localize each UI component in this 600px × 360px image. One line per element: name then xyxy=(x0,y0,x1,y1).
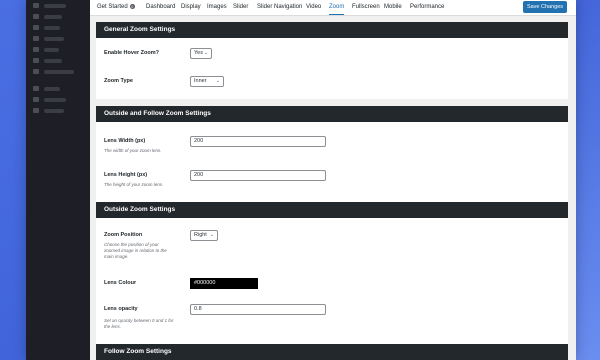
admin-sidebar xyxy=(26,0,90,360)
sidebar-item-placeholder xyxy=(44,37,64,41)
field-label: Lens Width (px) xyxy=(104,138,146,144)
chevron-down-icon: ⌄ xyxy=(209,232,214,238)
tab-slider-navigation[interactable]: Slider Navigation xyxy=(257,4,302,10)
follow-zoom-section: Follow Zoom Settings xyxy=(96,344,568,360)
tab-get-started[interactable]: Get Started 0 xyxy=(97,4,135,10)
menu-icon xyxy=(33,47,39,52)
count-badge: 0 xyxy=(129,4,135,9)
chevron-down-icon: ⌄ xyxy=(203,50,208,56)
field-label: Lens opacity xyxy=(104,306,138,312)
sidebar-item-placeholder xyxy=(44,98,66,102)
menu-icon xyxy=(33,86,39,91)
section-title: General Zoom Settings xyxy=(96,22,568,38)
sidebar-item-placeholder xyxy=(44,4,66,8)
tab-display[interactable]: Display xyxy=(181,4,201,10)
section-title: Outside Zoom Settings xyxy=(96,202,568,218)
active-tab-indicator xyxy=(329,14,345,15)
tab-zoom[interactable]: Zoom xyxy=(329,4,345,15)
menu-icon xyxy=(33,3,39,8)
section-body: Enable Hover Zoom? Yes ⌄ Zoom Type Inner ⌄ xyxy=(96,38,568,99)
field-description: Choose the position of your zoomed image… xyxy=(104,242,167,259)
menu-icon xyxy=(33,97,39,102)
field-description: The width of your zoom lens. xyxy=(104,148,162,153)
outside-follow-section: Outside and Follow Zoom Settings Lens Wi… xyxy=(96,106,568,202)
tab-fullscreen[interactable]: Fullscreen xyxy=(352,4,380,10)
general-zoom-section: General Zoom Settings Enable Hover Zoom?… xyxy=(96,22,568,99)
tab-video[interactable]: Video xyxy=(306,4,321,10)
zoom-position-select[interactable]: Right ⌄ xyxy=(190,230,218,241)
tab-images[interactable]: Images xyxy=(207,4,227,10)
menu-icon xyxy=(33,25,39,30)
field-description: The height of your zoom lens. xyxy=(104,182,164,187)
tab-label: Zoom xyxy=(329,4,345,10)
tab-mobile[interactable]: Mobile xyxy=(384,4,402,10)
lens-colour-picker[interactable]: #000000 xyxy=(190,278,258,289)
section-title: Outside and Follow Zoom Settings xyxy=(96,106,568,122)
zoom-type-select[interactable]: Inner ⌄ xyxy=(190,76,224,87)
sidebar-item-placeholder xyxy=(44,70,74,74)
sidebar-item-placeholder xyxy=(44,59,62,63)
field-label: Lens Colour xyxy=(104,280,137,286)
menu-icon xyxy=(33,108,39,113)
selected-value: Yes xyxy=(194,50,203,56)
field-label: Lens Height (px) xyxy=(104,172,148,178)
field-label: Zoom Position xyxy=(104,232,143,238)
field-description: Set an opacity between 0 and 1 for the l… xyxy=(104,318,174,329)
hover-zoom-select[interactable]: Yes ⌄ xyxy=(190,48,212,59)
section-title: Follow Zoom Settings xyxy=(96,344,568,360)
menu-icon xyxy=(33,69,39,74)
tab-dashboard[interactable]: Dashboard xyxy=(146,4,175,10)
lens-opacity-input[interactable]: 0.8 xyxy=(190,304,326,315)
sidebar-item-placeholder xyxy=(44,87,60,91)
lens-height-input[interactable]: 200 xyxy=(190,170,326,181)
selected-value: Right xyxy=(194,232,207,238)
sidebar-item-placeholder xyxy=(44,15,62,19)
outside-zoom-section: Outside Zoom Settings Zoom Position Choo… xyxy=(96,202,568,354)
app-window: Get Started 0 Dashboard Display Images Sl… xyxy=(26,0,576,360)
chevron-down-icon: ⌄ xyxy=(215,78,220,84)
sidebar-item-placeholder xyxy=(44,26,60,30)
sidebar-item-placeholder xyxy=(44,109,64,113)
sidebar-item-placeholder xyxy=(44,48,59,52)
lens-width-input[interactable]: 200 xyxy=(190,136,326,147)
tab-label: Get Started xyxy=(97,4,128,11)
selected-value: Inner xyxy=(194,78,207,84)
menu-icon xyxy=(33,14,39,19)
field-label: Zoom Type xyxy=(104,78,133,84)
section-body: Lens Width (px) The width of your zoom l… xyxy=(96,122,568,202)
section-body: Zoom Position Choose the position of you… xyxy=(96,218,568,354)
settings-tab-bar: Get Started 0 Dashboard Display Images Sl… xyxy=(90,0,576,16)
tab-performance[interactable]: Performance xyxy=(410,4,444,10)
field-label: Enable Hover Zoom? xyxy=(104,50,160,56)
save-changes-button[interactable]: Save Changes xyxy=(523,1,567,13)
menu-icon xyxy=(33,58,39,63)
tab-slider[interactable]: Slider xyxy=(233,4,248,10)
menu-icon xyxy=(33,36,39,41)
